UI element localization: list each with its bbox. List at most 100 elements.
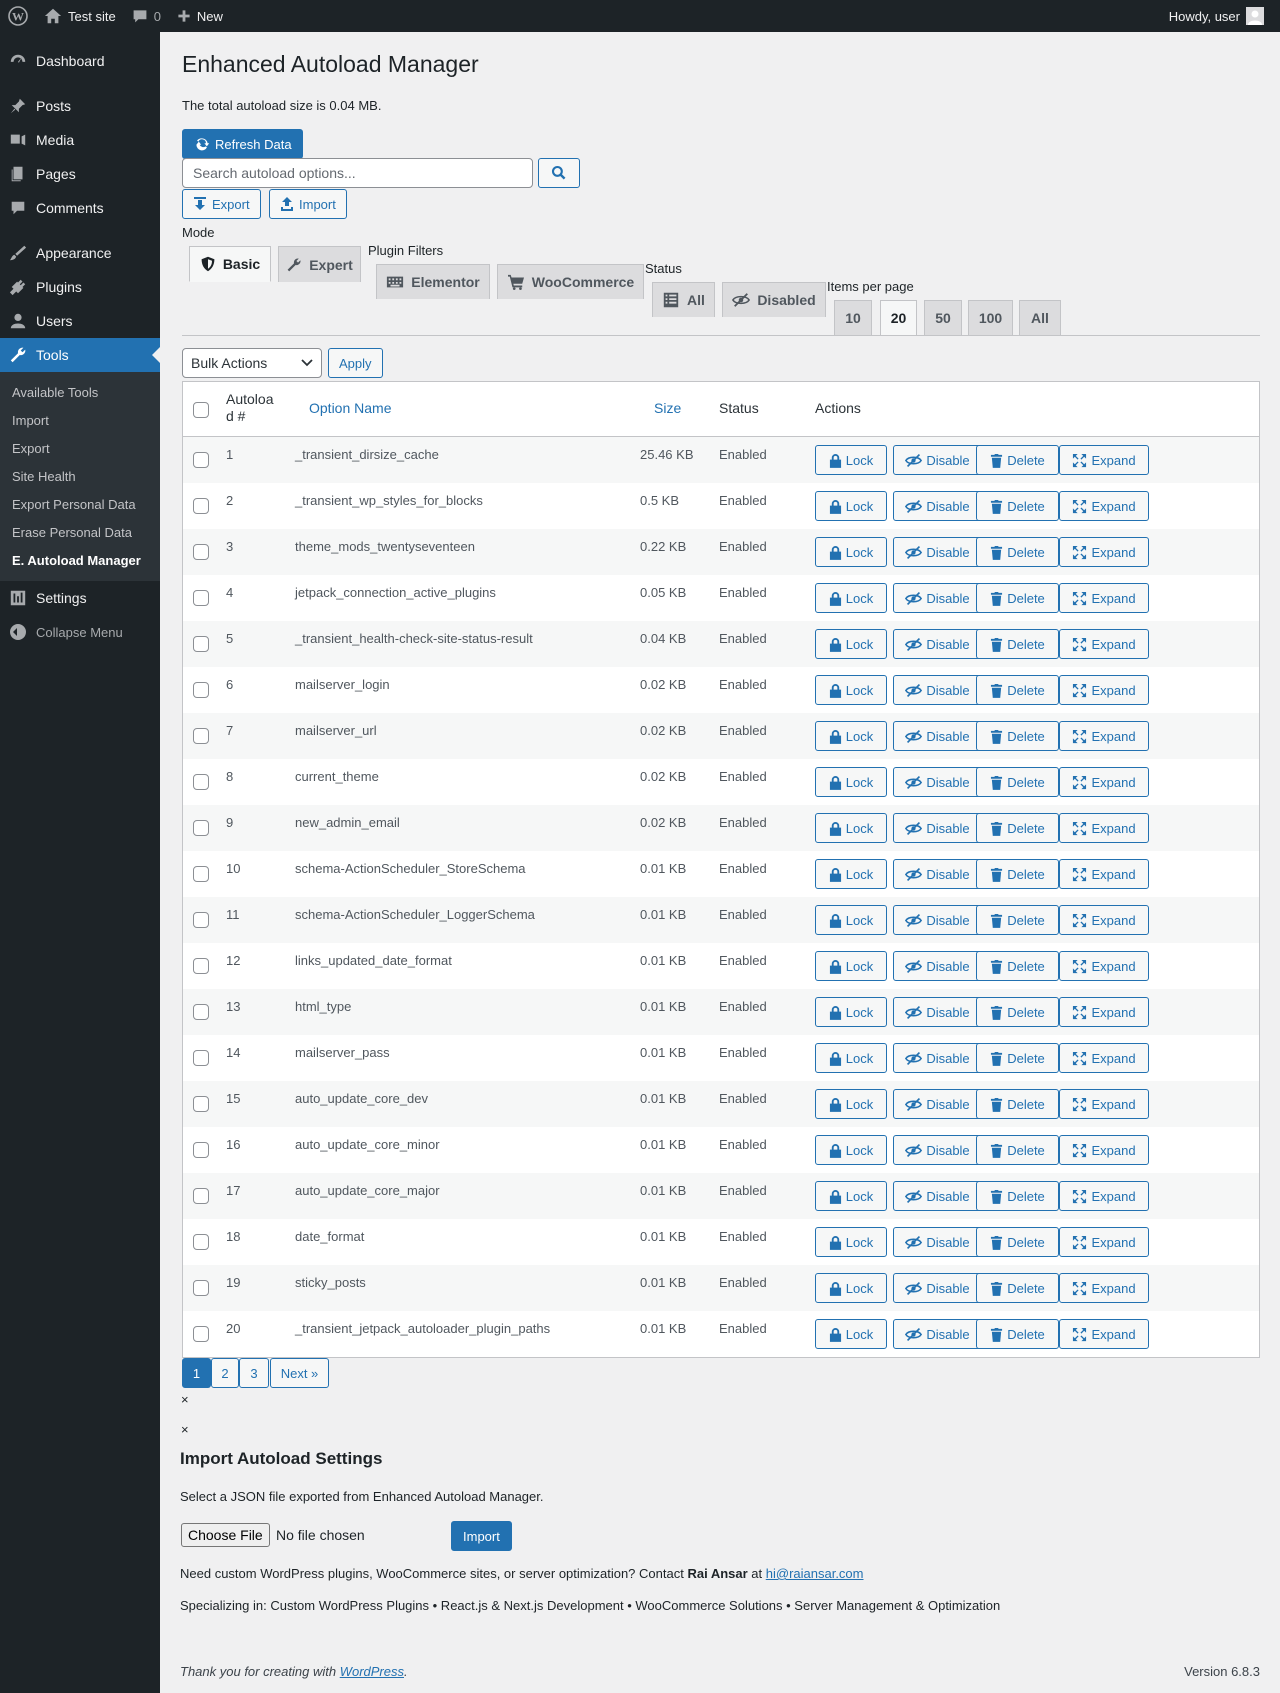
row-checkbox[interactable] — [193, 544, 209, 560]
sidebar-item-users[interactable]: Users — [0, 304, 160, 338]
tab-expert[interactable]: Expert — [278, 246, 361, 282]
close-modal-button[interactable]: × — [181, 1422, 189, 1437]
choose-file-button[interactable]: Choose File — [181, 1523, 270, 1547]
submenu-export[interactable]: Export — [0, 435, 160, 463]
sidebar-item-comments[interactable]: Comments — [0, 191, 160, 225]
row-checkbox[interactable] — [193, 1096, 209, 1112]
sidebar-item-media[interactable]: Media — [0, 123, 160, 157]
submenu-export-personal-data[interactable]: Export Personal Data — [0, 491, 160, 519]
lock-button[interactable]: Lock — [815, 767, 887, 797]
expand-button[interactable]: Expand — [1059, 1273, 1149, 1303]
disable-button[interactable]: Disable — [893, 1089, 982, 1119]
tab-status-all[interactable]: All — [652, 282, 715, 317]
disable-button[interactable]: Disable — [893, 491, 982, 521]
delete-button[interactable]: Delete — [976, 445, 1059, 475]
delete-button[interactable]: Delete — [976, 1227, 1059, 1257]
wordpress-logo-icon[interactable]: W — [0, 0, 36, 32]
column-option-name[interactable]: Option Name — [309, 400, 391, 416]
delete-button[interactable]: Delete — [976, 951, 1059, 981]
submenu-autoload-manager[interactable]: E. Autoload Manager — [0, 547, 160, 575]
export-button[interactable]: Export — [182, 189, 261, 219]
delete-button[interactable]: Delete — [976, 675, 1059, 705]
disable-button[interactable]: Disable — [893, 859, 982, 889]
disable-button[interactable]: Disable — [893, 767, 982, 797]
lock-button[interactable]: Lock — [815, 859, 887, 889]
expand-button[interactable]: Expand — [1059, 1043, 1149, 1073]
my-account-link[interactable]: Howdy, user — [1161, 0, 1272, 32]
select-all-checkbox[interactable] — [193, 402, 209, 418]
column-size[interactable]: Size — [654, 400, 681, 416]
row-checkbox[interactable] — [193, 820, 209, 836]
disable-button[interactable]: Disable — [893, 675, 982, 705]
row-checkbox[interactable] — [193, 682, 209, 698]
disable-button[interactable]: Disable — [893, 1043, 982, 1073]
expand-button[interactable]: Expand — [1059, 767, 1149, 797]
sidebar-item-plugins[interactable]: Plugins — [0, 270, 160, 304]
lock-button[interactable]: Lock — [815, 951, 887, 981]
per-page-20[interactable]: 20 — [880, 300, 917, 336]
close-notice-button[interactable]: × — [181, 1392, 189, 1407]
row-checkbox[interactable] — [193, 636, 209, 652]
row-checkbox[interactable] — [193, 1142, 209, 1158]
disable-button[interactable]: Disable — [893, 1273, 982, 1303]
delete-button[interactable]: Delete — [976, 583, 1059, 613]
row-checkbox[interactable] — [193, 958, 209, 974]
expand-button[interactable]: Expand — [1059, 537, 1149, 567]
next-page-button[interactable]: Next » — [270, 1358, 329, 1388]
lock-button[interactable]: Lock — [815, 1319, 887, 1349]
lock-button[interactable]: Lock — [815, 445, 887, 475]
disable-button[interactable]: Disable — [893, 445, 982, 475]
disable-button[interactable]: Disable — [893, 1181, 982, 1211]
delete-button[interactable]: Delete — [976, 1273, 1059, 1303]
expand-button[interactable]: Expand — [1059, 1227, 1149, 1257]
expand-button[interactable]: Expand — [1059, 1181, 1149, 1211]
import-button[interactable]: Import — [269, 189, 347, 219]
lock-button[interactable]: Lock — [815, 491, 887, 521]
row-checkbox[interactable] — [193, 1188, 209, 1204]
delete-button[interactable]: Delete — [976, 1319, 1059, 1349]
disable-button[interactable]: Disable — [893, 951, 982, 981]
delete-button[interactable]: Delete — [976, 905, 1059, 935]
disable-button[interactable]: Disable — [893, 1135, 982, 1165]
row-checkbox[interactable] — [193, 1004, 209, 1020]
submenu-site-health[interactable]: Site Health — [0, 463, 160, 491]
lock-button[interactable]: Lock — [815, 1273, 887, 1303]
disable-button[interactable]: Disable — [893, 1227, 982, 1257]
lock-button[interactable]: Lock — [815, 813, 887, 843]
sidebar-item-tools[interactable]: Tools — [0, 338, 160, 372]
lock-button[interactable]: Lock — [815, 537, 887, 567]
lock-button[interactable]: Lock — [815, 1135, 887, 1165]
page-3-button[interactable]: 3 — [239, 1358, 269, 1388]
delete-button[interactable]: Delete — [976, 1181, 1059, 1211]
expand-button[interactable]: Expand — [1059, 721, 1149, 751]
row-checkbox[interactable] — [193, 452, 209, 468]
page-2-button[interactable]: 2 — [211, 1358, 239, 1388]
lock-button[interactable]: Lock — [815, 905, 887, 935]
expand-button[interactable]: Expand — [1059, 905, 1149, 935]
per-page-50[interactable]: 50 — [924, 300, 962, 335]
disable-button[interactable]: Disable — [893, 721, 982, 751]
row-checkbox[interactable] — [193, 590, 209, 606]
row-checkbox[interactable] — [193, 866, 209, 882]
row-checkbox[interactable] — [193, 1050, 209, 1066]
lock-button[interactable]: Lock — [815, 1181, 887, 1211]
collapse-menu-button[interactable]: Collapse Menu — [0, 615, 160, 649]
lock-button[interactable]: Lock — [815, 1227, 887, 1257]
refresh-data-button[interactable]: Refresh Data — [182, 129, 303, 159]
per-page-10[interactable]: 10 — [834, 300, 872, 335]
disable-button[interactable]: Disable — [893, 537, 982, 567]
new-content-link[interactable]: New — [169, 0, 231, 32]
row-checkbox[interactable] — [193, 774, 209, 790]
lock-button[interactable]: Lock — [815, 583, 887, 613]
expand-button[interactable]: Expand — [1059, 859, 1149, 889]
site-name-link[interactable]: Test site — [36, 0, 124, 32]
lock-button[interactable]: Lock — [815, 629, 887, 659]
expand-button[interactable]: Expand — [1059, 583, 1149, 613]
expand-button[interactable]: Expand — [1059, 951, 1149, 981]
expand-button[interactable]: Expand — [1059, 445, 1149, 475]
page-1-button[interactable]: 1 — [182, 1358, 211, 1388]
lock-button[interactable]: Lock — [815, 675, 887, 705]
comments-link[interactable]: 0 — [124, 0, 169, 32]
disable-button[interactable]: Disable — [893, 997, 982, 1027]
sidebar-item-settings[interactable]: Settings — [0, 581, 160, 615]
